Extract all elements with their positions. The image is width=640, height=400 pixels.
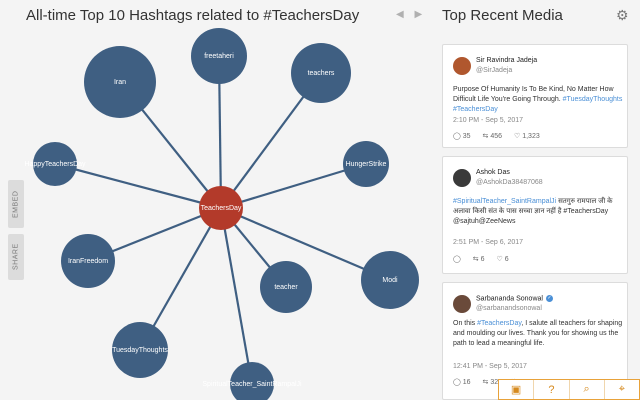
tweet-handle[interactable]: @SirJadeja — [476, 67, 512, 74]
center-hashtag-label: TeachersDay — [201, 205, 242, 212]
recent-media-panel: Top Recent Media ⚙ Sir Ravindra Jadeja @… — [432, 0, 640, 400]
graph-edge — [219, 207, 254, 385]
retweet-count: 456 — [490, 133, 503, 140]
tweet-actions: ◯ ⇆ 6 ♡ 6 — [453, 255, 519, 263]
tweet-author[interactable]: Ashok Das — [476, 169, 510, 176]
retweet-icon[interactable]: ⇆ 6 — [473, 256, 485, 263]
tweet-card[interactable]: Ashok Das @AshokDa38487068 #SpiritualTea… — [442, 156, 628, 274]
hashtag-graph-panel: All-time Top 10 Hashtags related to #Tea… — [0, 0, 432, 400]
location-icon[interactable]: ⌖ — [603, 380, 639, 399]
verified-icon: ✓ — [545, 295, 553, 302]
share-tab[interactable]: SHARE — [8, 234, 24, 280]
like-count: 6 — [504, 256, 509, 263]
like-icon[interactable]: ♡ 6 — [496, 256, 508, 263]
tweet-text: On this #TeachersDay, I salute all teach… — [453, 319, 623, 349]
avatar — [453, 57, 471, 75]
retweet-icon[interactable]: ⇆ 32 — [483, 379, 499, 386]
tweet-timestamp[interactable]: 12:41 PM - Sep 5, 2017 — [453, 363, 527, 370]
help-icon[interactable]: ? — [533, 380, 568, 399]
hashtag-node-label: freetaheri — [204, 53, 234, 60]
retweet-count: 32 — [490, 379, 499, 386]
hashtag-node-label: teacher — [274, 284, 298, 291]
like-icon[interactable]: ♡ 1,323 — [514, 133, 540, 140]
tweet-actions: ◯ 35 ⇆ 456 ♡ 1,323 — [453, 132, 550, 140]
retweet-count: 6 — [480, 256, 485, 263]
avatar — [453, 295, 471, 313]
tweet-timestamp[interactable]: 2:51 PM - Sep 6, 2017 — [453, 239, 523, 246]
tweet-hashtags[interactable]: #TeachersDay — [477, 320, 521, 327]
bottom-toolbar: ▣ ? ⌕ ⌖ — [498, 379, 640, 400]
reply-icon[interactable]: ◯ — [453, 256, 463, 263]
hashtag-node-label: HappyTeachersDay — [24, 161, 86, 168]
embed-tab[interactable]: EMBED — [8, 180, 24, 228]
hashtag-node-label: Iran — [114, 79, 126, 86]
avatar — [453, 169, 471, 187]
reply-count: 16 — [462, 379, 471, 386]
graph-edge — [54, 162, 222, 210]
tweet-handle[interactable]: @AshokDa38487068 — [476, 179, 543, 186]
reply-icon[interactable]: ◯ 16 — [453, 379, 471, 386]
retweet-icon[interactable]: ⇆ 456 — [483, 133, 503, 140]
recent-media-title: Top Recent Media — [442, 7, 563, 24]
save-icon[interactable]: ▣ — [499, 380, 533, 399]
hashtag-node-label: Modi — [382, 277, 398, 284]
hashtag-node-label: TuesdayThoughts — [112, 347, 168, 354]
hashtag-node-label: IranFreedom — [68, 258, 108, 265]
tweet-author[interactable]: Sir Ravindra Jadeja — [476, 57, 537, 64]
hashtag-node-label: HungerStrike — [346, 161, 387, 168]
hashtag-network-graph[interactable]: Iran freetaheri teachers HappyTeachersDay Hu… — [0, 0, 432, 400]
tweet-hashtags[interactable]: #SpiritualTeacher_SaintRampalJi — [453, 198, 556, 205]
hashtag-node-label: teachers — [308, 70, 335, 77]
reply-count: 35 — [462, 133, 471, 140]
like-count: 1,323 — [522, 133, 540, 140]
gear-icon[interactable]: ⚙ — [616, 7, 629, 24]
tweet-handle[interactable]: @sarbanandsonowal — [476, 305, 542, 312]
tweet-author[interactable]: Sarbananda Sonowal ✓ — [476, 295, 553, 302]
hashtag-node-label: SpiritualTeacher_SaintRampalJi — [202, 381, 302, 388]
tweet-text-pre: On this — [453, 320, 478, 327]
tweet-timestamp[interactable]: 2:10 PM - Sep 5, 2017 — [453, 117, 523, 124]
tweet-text: Purpose Of Humanity Is To Be Kind, No Ma… — [453, 85, 623, 115]
reply-icon[interactable]: ◯ 35 — [453, 133, 471, 140]
tweet-card[interactable]: Sir Ravindra Jadeja @SirJadeja Purpose O… — [442, 44, 628, 148]
search-icon[interactable]: ⌕ — [568, 380, 604, 399]
tweet-text: #SpiritualTeacher_SaintRampalJi सतगुरु र… — [453, 197, 623, 227]
